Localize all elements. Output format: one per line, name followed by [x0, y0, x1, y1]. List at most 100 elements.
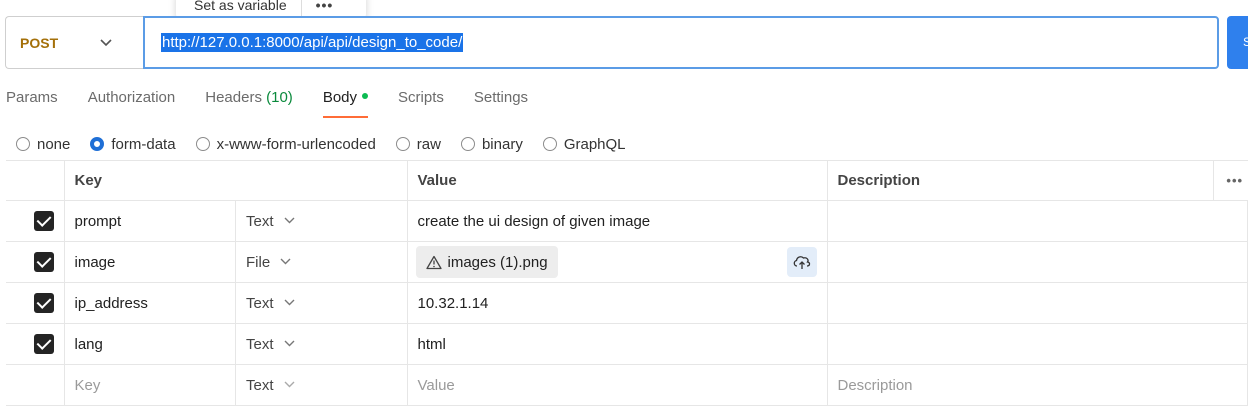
tab-label: Authorization: [87, 89, 176, 106]
more-options-icon[interactable]: •••: [1226, 173, 1243, 188]
tab-authorization[interactable]: Authorization: [88, 86, 176, 118]
body-type-binary[interactable]: binary: [460, 135, 523, 153]
warning-icon: [425, 255, 442, 270]
type-select[interactable]: Text: [235, 200, 408, 242]
headers-count: (10): [266, 89, 293, 106]
chevron-down-icon: [280, 256, 291, 268]
type-label: Text: [246, 335, 274, 353]
row-check-cell: [6, 200, 65, 242]
checkbox-checked[interactable]: [34, 211, 54, 231]
table-row: ip_address Text 10.32.1.14: [6, 282, 1248, 324]
body-type-none[interactable]: none: [16, 136, 70, 153]
tab-label: Scripts: [398, 89, 444, 106]
radio-label: none: [37, 135, 71, 153]
description-cell[interactable]: [826, 282, 1248, 324]
type-label: Text: [246, 376, 274, 394]
value-cell[interactable]: 10.32.1.14: [406, 282, 828, 324]
tab-headers[interactable]: Headers (10): [205, 86, 293, 118]
method-label: POST: [20, 34, 59, 51]
bulk-edit-menu[interactable]: •••: [1213, 160, 1248, 201]
radio-icon: [16, 137, 30, 151]
chevron-down-icon: [284, 215, 295, 227]
send-button[interactable]: S: [1227, 16, 1248, 69]
chevron-down-icon: [284, 297, 295, 309]
tab-scripts[interactable]: Scripts: [398, 86, 444, 118]
tab-settings[interactable]: Settings: [474, 86, 528, 118]
key-cell[interactable]: image: [63, 241, 236, 283]
url-text: http://127.0.0.1:8000/api/api/design_to_…: [161, 33, 464, 52]
description-cell[interactable]: [826, 323, 1248, 365]
checkbox-checked[interactable]: [34, 334, 54, 354]
radio-label: form-data: [111, 135, 176, 153]
file-name: images (1).png: [447, 253, 548, 271]
table-row: prompt Text create the ui design of give…: [6, 200, 1248, 242]
row-check-cell: [6, 364, 65, 406]
more-options-icon[interactable]: •••: [316, 0, 334, 12]
table-row-empty: Key Text Value Description: [6, 364, 1248, 406]
url-input[interactable]: http://127.0.0.1:8000/api/api/design_to_…: [143, 16, 1219, 69]
type-label: Text: [246, 212, 274, 230]
radio-icon: [395, 137, 410, 151]
type-select[interactable]: Text: [235, 282, 408, 324]
key-cell[interactable]: prompt: [63, 200, 236, 242]
table-row: lang Text html: [6, 323, 1248, 365]
chevron-down-icon: [284, 338, 295, 350]
request-tabs: Params Authorization Headers (10) Body S…: [6, 86, 558, 118]
body-type-form-data[interactable]: form-data: [90, 135, 176, 153]
table-row: image File images (1).png: [6, 241, 1248, 283]
header-description: Description: [826, 160, 1214, 201]
description-cell[interactable]: [826, 200, 1248, 242]
type-label: Text: [246, 294, 274, 312]
row-check-cell: [6, 282, 65, 324]
chevron-down-icon: [284, 379, 295, 391]
key-cell[interactable]: ip_address: [63, 282, 236, 324]
type-label: File: [246, 253, 271, 271]
tab-label: Params: [6, 89, 58, 106]
row-check-cell: [6, 323, 65, 365]
value-input[interactable]: Value: [406, 364, 828, 406]
checkbox-checked[interactable]: [34, 293, 54, 313]
form-data-table: Key Value Description ••• prompt Text cr…: [6, 160, 1248, 406]
radio-label: binary: [481, 135, 523, 153]
value-cell[interactable]: create the ui design of given image: [406, 200, 828, 242]
radio-label: raw: [416, 135, 441, 153]
value-cell[interactable]: html: [406, 323, 828, 365]
table-header-row: Key Value Description •••: [6, 160, 1248, 201]
radio-label: x-www-form-urlencoded: [216, 135, 376, 153]
body-type-raw[interactable]: raw: [395, 135, 441, 153]
key-cell[interactable]: lang: [63, 323, 236, 365]
tab-label: Settings: [473, 89, 529, 106]
type-select[interactable]: File: [235, 241, 408, 283]
description-input[interactable]: Description: [826, 364, 1248, 406]
upload-icon[interactable]: [786, 247, 817, 277]
header-value: Value: [406, 160, 828, 201]
radio-icon: [195, 137, 210, 151]
description-cell[interactable]: [826, 241, 1248, 283]
type-select[interactable]: Text: [235, 364, 408, 406]
chevron-down-icon: [100, 34, 112, 52]
tab-body[interactable]: Body: [322, 86, 369, 118]
body-type-selector: none form-data x-www-form-urlencoded raw…: [16, 134, 646, 154]
type-select[interactable]: Text: [235, 323, 408, 365]
body-active-dot: [362, 93, 369, 100]
header-check-cell: [6, 160, 65, 201]
value-cell: images (1).png: [406, 241, 828, 283]
popover-divider: [300, 0, 302, 16]
header-key: Key: [63, 160, 408, 201]
radio-icon: [460, 137, 475, 151]
key-input[interactable]: Key: [63, 364, 236, 406]
method-select[interactable]: POST: [5, 16, 143, 69]
set-as-variable-button[interactable]: Set as variable: [194, 0, 287, 13]
tab-label: Headers: [205, 89, 262, 106]
send-label: S: [1243, 35, 1248, 49]
body-type-graphql[interactable]: GraphQL: [542, 135, 626, 153]
file-chip[interactable]: images (1).png: [415, 246, 558, 278]
request-bar: POST http://127.0.0.1:8000/api/api/desig…: [5, 16, 1219, 69]
body-type-urlencoded[interactable]: x-www-form-urlencoded: [195, 135, 376, 153]
radio-checked-icon: [90, 137, 105, 151]
tab-label: Body: [322, 89, 358, 106]
tab-params[interactable]: Params: [6, 86, 58, 118]
row-check-cell: [6, 241, 65, 283]
radio-label: GraphQL: [563, 135, 626, 153]
checkbox-checked[interactable]: [34, 252, 54, 272]
